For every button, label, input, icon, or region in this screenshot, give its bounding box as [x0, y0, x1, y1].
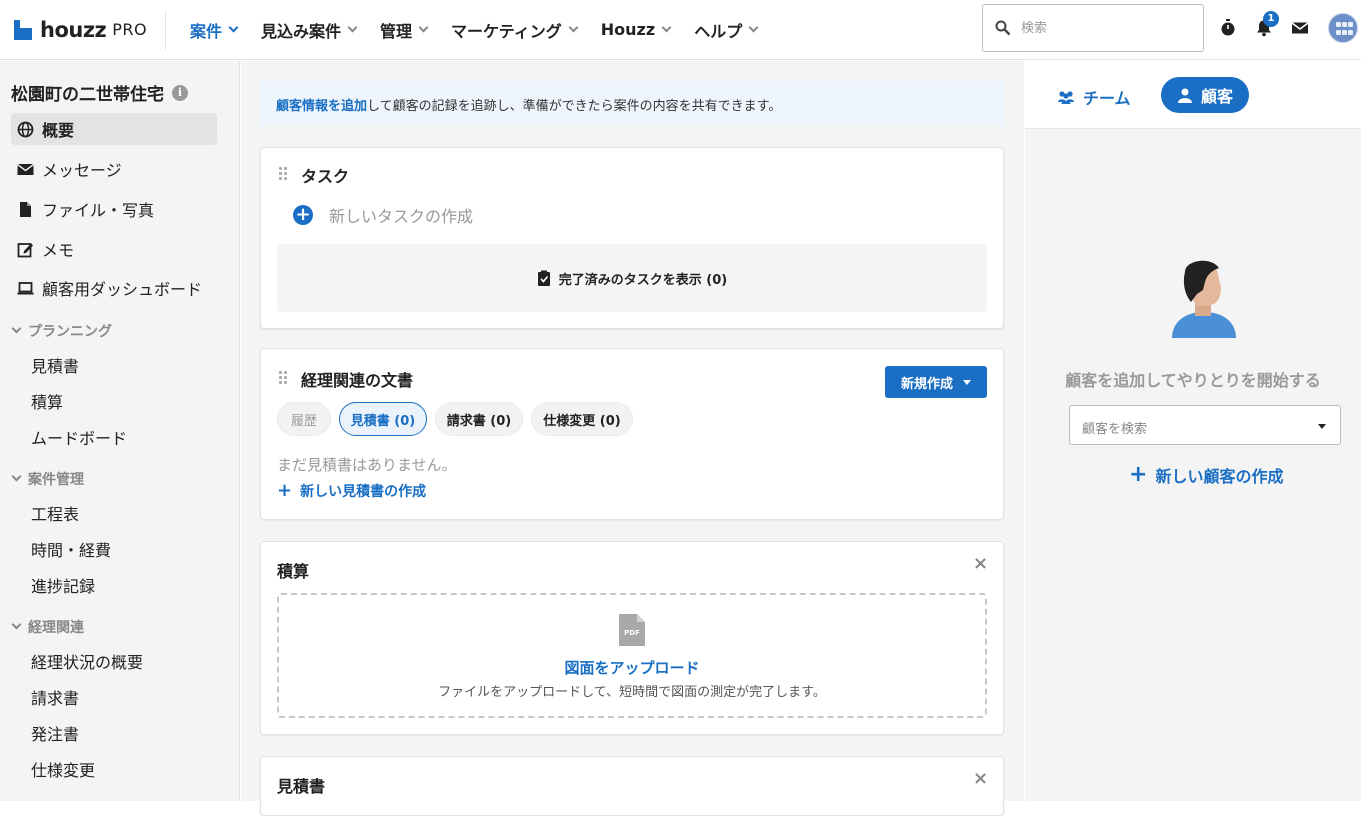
sidebar-item-files-photos[interactable]: ファイル・写真	[11, 193, 217, 225]
avatar[interactable]	[1328, 13, 1358, 43]
sidebar-item-change-orders[interactable]: 仕様変更	[31, 757, 95, 781]
sidebar-item-moodboard[interactable]: ムードボード	[31, 425, 127, 449]
notification-badge: 1	[1263, 11, 1279, 27]
chevron-down-icon	[11, 323, 22, 333]
mail-icon	[17, 163, 34, 175]
mail-icon[interactable]	[1291, 19, 1309, 37]
project-title: 松園町の二世帯住宅 i	[11, 80, 188, 105]
customer-illustration	[1172, 260, 1236, 338]
sidebar-item-notes[interactable]: メモ	[11, 233, 217, 265]
empty-estimates-text: まだ見積書はありません。	[277, 456, 457, 474]
sidebar-section-project-management[interactable]: 案件管理	[11, 469, 84, 489]
create-customer-link[interactable]: + 新しい顧客の作成	[1129, 462, 1283, 487]
sidebar-item-messages[interactable]: メッセージ	[11, 153, 217, 185]
info-icon[interactable]: i	[172, 84, 188, 101]
houzz-pro-logo[interactable]: houzz PRO	[0, 9, 166, 50]
tab-customer[interactable]: 顧客	[1161, 77, 1249, 113]
takeoff-title: 積算	[277, 562, 310, 581]
nav-projects[interactable]: 案件	[190, 0, 239, 60]
tab-history[interactable]: 履歴	[277, 402, 331, 436]
nav-marketing[interactable]: マーケティング	[451, 0, 579, 60]
tab-team[interactable]: チーム	[1057, 85, 1131, 109]
main-nav: 案件 見込み案件 管理 マーケティング Houzz ヘルプ	[166, 0, 781, 60]
nav-help[interactable]: ヘルプ	[694, 0, 759, 60]
new-document-button[interactable]: 新規作成	[885, 366, 987, 398]
brand-tier: PRO	[112, 20, 148, 39]
chevron-down-icon	[228, 22, 239, 32]
sidebar-item-takeoff[interactable]: 積算	[31, 389, 63, 413]
sidebar-item-financial-overview[interactable]: 経理状況の概要	[31, 649, 143, 673]
estimates-title: 見積書	[277, 777, 326, 796]
sidebar-item-daily-logs[interactable]: 進捗記録	[31, 573, 95, 597]
chevron-down-icon	[11, 471, 22, 481]
plus-icon: +	[277, 480, 293, 501]
pdf-label: PDF	[624, 629, 640, 637]
add-customer-prompt: 顧客を追加してやりとりを開始する	[1065, 371, 1321, 390]
sidebar-section-planning[interactable]: プランニング	[11, 321, 112, 341]
upload-drawing-dropzone[interactable]: PDF 図面をアップロード ファイルをアップロードして、短時間で図面の測定が完了…	[277, 593, 987, 718]
search-input[interactable]	[1021, 20, 1191, 36]
show-completed-tasks-button[interactable]: 完了済みのタスクを表示 (0)	[277, 244, 987, 312]
sidebar-item-client-dashboard[interactable]: 顧客用ダッシュボード	[11, 272, 217, 304]
search-icon	[995, 20, 1011, 36]
drag-handle-icon[interactable]	[279, 371, 287, 384]
chevron-down-icon	[347, 22, 358, 32]
file-icon	[20, 201, 31, 217]
close-icon[interactable]: ×	[973, 553, 988, 574]
search-box[interactable]	[982, 4, 1204, 52]
stopwatch-icon[interactable]	[1219, 19, 1237, 37]
close-icon[interactable]: ×	[973, 768, 988, 789]
globe-icon	[17, 121, 34, 137]
tasks-title: タスク	[301, 167, 350, 186]
tab-change-orders[interactable]: 仕様変更 (0)	[531, 402, 633, 436]
chevron-down-icon	[748, 22, 759, 32]
team-icon	[1058, 91, 1074, 104]
laptop-icon	[17, 281, 34, 294]
pdf-file-icon: PDF	[619, 614, 645, 646]
chevron-down-icon	[11, 619, 22, 629]
add-customer-info-link[interactable]: 顧客情報を追加	[276, 99, 367, 114]
create-estimate-link[interactable]: + 新しい見積書の作成	[277, 480, 426, 501]
person-icon	[1177, 88, 1192, 103]
houzz-logo-icon	[14, 19, 32, 40]
customer-search-dropdown[interactable]: 顧客を検索	[1069, 405, 1341, 445]
estimates-card	[260, 756, 1004, 816]
note-edit-icon	[17, 242, 33, 257]
tab-invoices[interactable]: 請求書 (0)	[435, 402, 523, 436]
chevron-down-icon	[661, 22, 672, 32]
sidebar-item-invoices[interactable]: 請求書	[31, 685, 79, 709]
caret-down-icon	[1318, 424, 1326, 429]
sidebar-section-financials[interactable]: 経理関連	[11, 617, 84, 637]
drag-handle-icon[interactable]	[279, 167, 287, 180]
nav-houzz[interactable]: Houzz	[601, 0, 672, 60]
sidebar-item-estimates[interactable]: 見積書	[31, 353, 79, 377]
brand-name: houzz	[40, 17, 107, 42]
chevron-down-icon	[418, 22, 429, 32]
sidebar-item-purchase-orders[interactable]: 発注書	[31, 721, 79, 745]
caret-down-icon	[963, 379, 971, 385]
sidebar-item-overview[interactable]: 概要	[11, 113, 217, 145]
new-task-button[interactable]: + 新しいタスクの作成	[293, 203, 473, 227]
clipboard-check-icon	[537, 270, 550, 286]
nav-management[interactable]: 管理	[380, 0, 429, 60]
chevron-down-icon	[568, 22, 579, 32]
upload-drawing-description: ファイルをアップロードして、短時間で図面の測定が完了します。	[438, 685, 826, 700]
info-banner: 顧客情報を追加して顧客の記録を追跡し、準備ができたら案件の内容を共有できます。	[260, 81, 1004, 126]
tab-estimates[interactable]: 見積書 (0)	[339, 402, 427, 436]
upload-drawing-title: 図面をアップロード	[564, 659, 700, 677]
sidebar-item-schedule[interactable]: 工程表	[31, 501, 79, 525]
plus-icon: +	[1129, 462, 1148, 487]
nav-leads[interactable]: 見込み案件	[261, 0, 358, 60]
plus-circle-icon: +	[293, 205, 313, 225]
sidebar-item-time-expenses[interactable]: 時間・経費	[31, 537, 111, 561]
financial-documents-title: 経理関連の文書	[301, 371, 414, 390]
